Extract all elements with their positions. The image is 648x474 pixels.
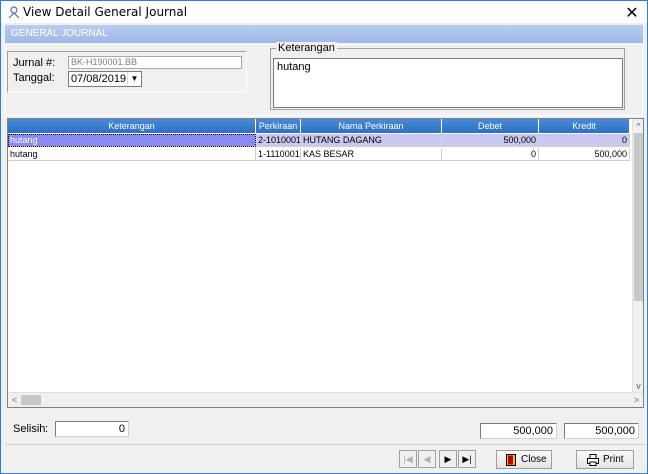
title-bar: View Detail General Journal ✕ bbox=[1, 1, 647, 23]
cell-debet[interactable]: 0 bbox=[442, 148, 539, 161]
keterangan-textarea[interactable]: hutang bbox=[273, 58, 623, 108]
cell-debet[interactable]: 500,000 bbox=[442, 134, 539, 147]
total-kredit-field: 500,000 bbox=[564, 423, 639, 439]
horizontal-scroll-thumb[interactable] bbox=[21, 395, 41, 405]
nav-prev-button[interactable]: ◀ bbox=[418, 450, 436, 468]
jurnal-label: Jurnal #: bbox=[13, 57, 56, 69]
nav-first-button[interactable]: |◀ bbox=[399, 450, 417, 468]
col-nama-perkiraan[interactable]: Nama Perkiraan bbox=[301, 119, 442, 133]
close-window-icon[interactable]: ✕ bbox=[623, 3, 641, 22]
vertical-scroll-thumb[interactable] bbox=[634, 133, 643, 301]
scroll-down-icon[interactable]: v bbox=[633, 380, 644, 392]
print-button[interactable]: Print bbox=[576, 450, 634, 469]
tanggal-label: Tanggal: bbox=[13, 72, 55, 84]
col-perkiraan[interactable]: Perkiraan bbox=[256, 119, 301, 133]
scroll-left-icon[interactable]: < bbox=[9, 394, 20, 406]
col-keterangan[interactable]: Keterangan bbox=[8, 119, 256, 133]
selisih-field: 0 bbox=[55, 421, 129, 437]
jurnal-number-field[interactable]: BK-H190001.BB bbox=[68, 56, 242, 69]
door-icon bbox=[506, 454, 516, 466]
journal-icon bbox=[8, 6, 20, 19]
col-debet[interactable]: Debet bbox=[442, 119, 539, 133]
scroll-up-icon[interactable]: ^ bbox=[633, 120, 644, 132]
table-row[interactable]: hutang 2-1010001 HUTANG DAGANG 500,000 0 bbox=[8, 134, 630, 147]
vertical-scrollbar[interactable]: ^ v bbox=[632, 119, 643, 393]
journal-window: View Detail General Journal ✕ GENERAL JO… bbox=[0, 0, 648, 474]
selisih-colon: : bbox=[45, 423, 49, 435]
cell-keterangan[interactable]: hutang bbox=[8, 134, 256, 147]
total-debet-field: 500,000 bbox=[480, 423, 557, 439]
journal-grid: Keterangan Perkiraan Nama Perkiraan Debe… bbox=[7, 118, 644, 408]
print-button-label: Print bbox=[603, 454, 624, 465]
close-button-label: Close bbox=[521, 454, 547, 465]
cell-keterangan[interactable]: hutang bbox=[8, 148, 256, 161]
tanggal-date-picker[interactable]: 07/08/2019 ▼ bbox=[68, 71, 142, 87]
cell-nama-perkiraan[interactable]: HUTANG DAGANG bbox=[301, 134, 442, 147]
selisih-label: Selisih bbox=[13, 423, 46, 435]
close-button[interactable]: Close bbox=[496, 450, 552, 469]
chevron-down-icon[interactable]: ▼ bbox=[127, 72, 141, 86]
printer-icon bbox=[587, 454, 599, 466]
nav-next-button[interactable]: ▶ bbox=[439, 450, 457, 468]
grid-header: Keterangan Perkiraan Nama Perkiraan Debe… bbox=[8, 119, 630, 133]
scroll-right-icon[interactable]: > bbox=[631, 394, 642, 406]
nav-last-button[interactable]: ▶| bbox=[458, 450, 476, 468]
cell-kredit[interactable]: 500,000 bbox=[539, 148, 630, 161]
tanggal-value: 07/08/2019 bbox=[71, 73, 127, 85]
table-row[interactable]: hutang 1-1110001 KAS BESAR 0 500,000 bbox=[8, 148, 630, 161]
window-title: View Detail General Journal bbox=[23, 5, 188, 19]
col-kredit[interactable]: Kredit bbox=[539, 119, 630, 133]
section-banner: GENERAL JOURNAL bbox=[5, 25, 643, 43]
horizontal-scrollbar[interactable]: < > bbox=[8, 392, 643, 407]
cell-nama-perkiraan[interactable]: KAS BESAR bbox=[301, 148, 442, 161]
cell-kredit[interactable]: 0 bbox=[539, 134, 630, 147]
cell-perkiraan[interactable]: 1-1110001 bbox=[256, 148, 301, 161]
keterangan-legend: Keterangan bbox=[276, 42, 337, 54]
cell-perkiraan[interactable]: 2-1010001 bbox=[256, 134, 301, 147]
